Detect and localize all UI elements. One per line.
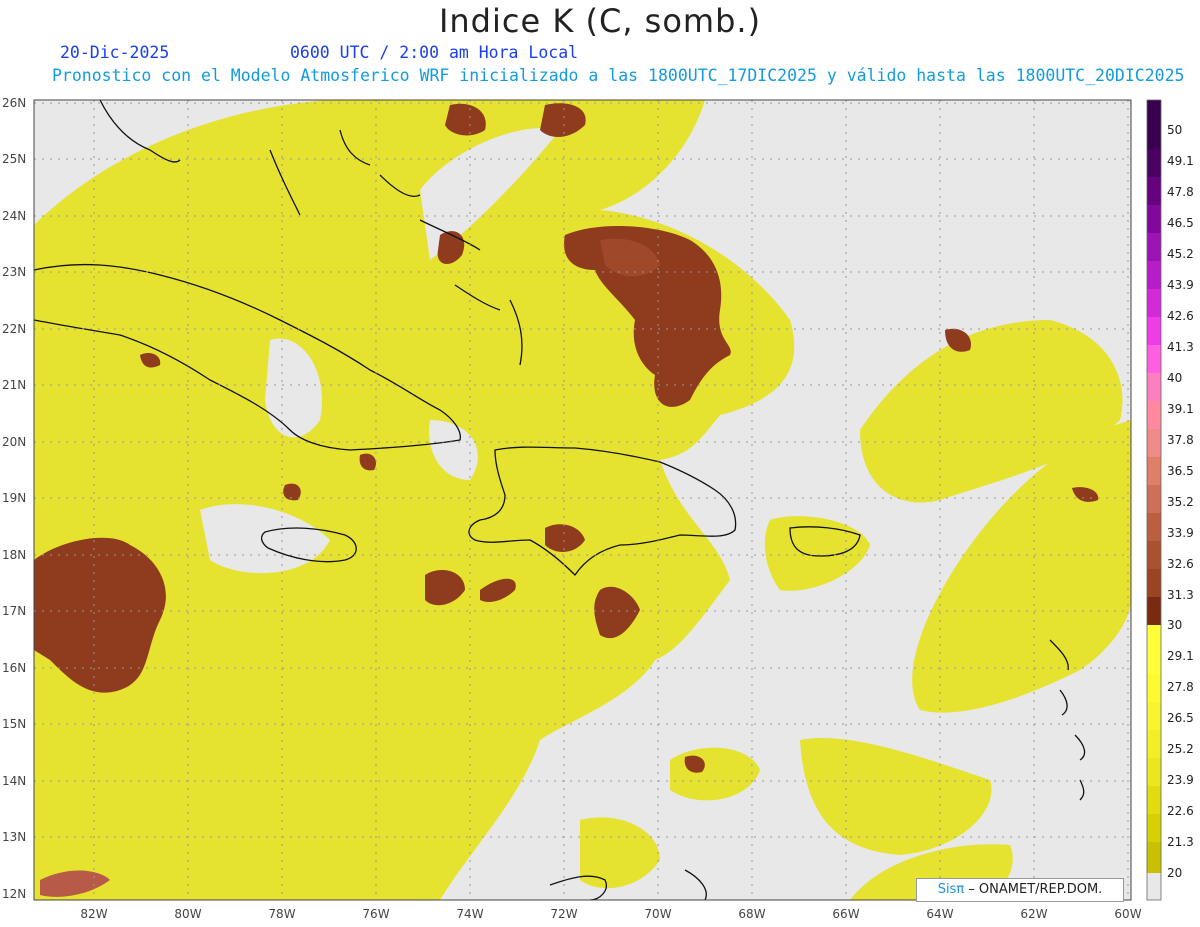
color-legend xyxy=(1146,99,1162,901)
legend-label: 40 xyxy=(1167,371,1182,385)
legend-box xyxy=(1147,149,1161,177)
lon-label: 68W xyxy=(738,907,765,921)
legend-labels: 50 49.1 47.8 46.5 45.2 43.9 42.6 41.3 40… xyxy=(1167,123,1194,880)
lat-label: 16N xyxy=(2,661,26,675)
legend-label: 29.1 xyxy=(1167,649,1194,663)
legend-box xyxy=(1147,457,1161,485)
lat-label: 13N xyxy=(2,830,26,844)
lon-label: 70W xyxy=(644,907,671,921)
lat-label: 23N xyxy=(2,265,26,279)
legend-label: 37.8 xyxy=(1167,433,1194,447)
lon-label: 60W xyxy=(1114,907,1141,921)
legend-box xyxy=(1147,289,1161,317)
legend-box xyxy=(1147,513,1161,541)
lat-label: 24N xyxy=(2,209,26,223)
lat-label: 15N xyxy=(2,717,26,731)
lon-label: 82W xyxy=(80,907,107,921)
legend-box xyxy=(1147,429,1161,457)
legend-label: 45.2 xyxy=(1167,247,1194,261)
legend-box xyxy=(1147,758,1161,786)
legend-box xyxy=(1147,485,1161,513)
legend-label: 36.5 xyxy=(1167,464,1194,478)
legend-box xyxy=(1147,541,1161,569)
legend-label: 27.8 xyxy=(1167,680,1194,694)
legend-box xyxy=(1147,100,1161,149)
legend-label: 22.6 xyxy=(1167,804,1194,818)
legend-label: 30 xyxy=(1167,618,1182,632)
credit-text: – ONAMET/REP.DOM. xyxy=(964,882,1103,897)
lat-label: 21N xyxy=(2,378,26,392)
legend-box xyxy=(1147,873,1161,900)
legend-box xyxy=(1147,730,1161,758)
lon-label: 72W xyxy=(550,907,577,921)
legend-label: 21.3 xyxy=(1167,835,1194,849)
lon-label: 74W xyxy=(456,907,483,921)
legend-label: 23.9 xyxy=(1167,773,1194,787)
legend-box xyxy=(1147,814,1161,842)
legend-label: 33.9 xyxy=(1167,526,1194,540)
legend-box xyxy=(1147,177,1161,205)
legend-box xyxy=(1147,345,1161,373)
lat-label: 22N xyxy=(2,322,26,336)
lat-label: 26N xyxy=(2,96,26,110)
legend-box xyxy=(1147,401,1161,429)
legend-label: 20 xyxy=(1167,866,1182,880)
legend-label: 31.3 xyxy=(1167,588,1194,602)
legend-label: 35.2 xyxy=(1167,495,1194,509)
lon-label: 76W xyxy=(362,907,389,921)
legend-box xyxy=(1147,597,1161,625)
legend-box xyxy=(1147,842,1161,873)
legend-box xyxy=(1147,674,1161,702)
k-index-map: 26N 25N 24N 23N 22N 21N 20N 19N 18N 17N … xyxy=(2,96,1194,921)
lat-label: 25N xyxy=(2,152,26,166)
lat-label: 19N xyxy=(2,491,26,505)
legend-box xyxy=(1147,233,1161,261)
legend-box xyxy=(1147,702,1161,730)
credit-box: Sisπ – ONAMET/REP.DOM. xyxy=(916,878,1124,902)
legend-box xyxy=(1147,205,1161,233)
legend-box xyxy=(1147,373,1161,401)
lon-label: 64W xyxy=(926,907,953,921)
legend-label: 42.6 xyxy=(1167,309,1194,323)
legend-label: 49.1 xyxy=(1167,154,1194,168)
legend-box xyxy=(1147,569,1161,597)
legend-box xyxy=(1147,317,1161,345)
legend-label: 25.2 xyxy=(1167,742,1194,756)
lat-label: 14N xyxy=(2,774,26,788)
legend-label: 41.3 xyxy=(1167,340,1194,354)
legend-label: 26.5 xyxy=(1167,711,1194,725)
sispi-logo-text: Sisπ xyxy=(937,882,965,897)
lon-label: 80W xyxy=(174,907,201,921)
lat-label: 17N xyxy=(2,604,26,618)
legend-label: 39.1 xyxy=(1167,402,1194,416)
lon-label: 66W xyxy=(832,907,859,921)
lon-label: 62W xyxy=(1020,907,1047,921)
legend-label: 47.8 xyxy=(1167,185,1194,199)
legend-label: 43.9 xyxy=(1167,278,1194,292)
lon-label: 78W xyxy=(268,907,295,921)
lat-label: 12N xyxy=(2,887,26,901)
legend-box xyxy=(1147,261,1161,289)
legend-label: 32.6 xyxy=(1167,557,1194,571)
lat-label: 18N xyxy=(2,548,26,562)
legend-box xyxy=(1147,786,1161,814)
legend-label: 46.5 xyxy=(1167,216,1194,230)
lat-label: 20N xyxy=(2,435,26,449)
legend-box xyxy=(1147,625,1161,674)
legend-label: 50 xyxy=(1167,123,1182,137)
